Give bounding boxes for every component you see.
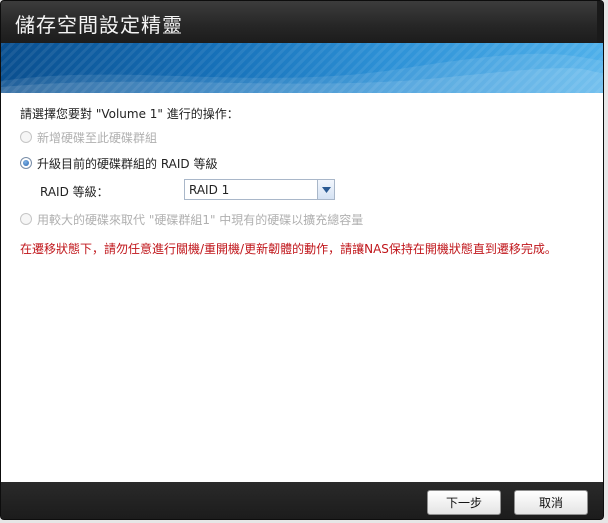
migration-warning: 在遷移狀態下，請勿任意進行關機/重開機/更新韌體的動作，請讓NAS保持在開機狀態…: [20, 242, 557, 256]
dialog-title: 儲存空間設定精靈: [15, 13, 183, 37]
header-banner: [1, 43, 603, 93]
option-replace-disks[interactable]: 用較大的硬碟來取代 "硬碟群組1" 中現有的硬碟以擴充總容量: [20, 211, 363, 227]
dialog-content: 請選擇您要對 "Volume 1" 進行的操作： 新增硬碟至此硬碟群組 升級目前…: [1, 93, 603, 482]
chevron-down-icon[interactable]: [317, 180, 334, 199]
raid-level-select[interactable]: RAID 1: [184, 179, 335, 200]
storage-wizard-dialog: 儲存空間設定精靈 請選擇您要對 "Volume 1" 進行的操作： 新增硬碟至此…: [0, 0, 604, 520]
option-add-disk-label: 新增硬碟至此硬碟群組: [37, 130, 158, 145]
next-button[interactable]: 下一步: [427, 490, 501, 515]
raid-level-value: RAID 1: [189, 183, 230, 197]
cancel-button[interactable]: 取消: [514, 490, 588, 515]
operation-prompt: 請選擇您要對 "Volume 1" 進行的操作：: [20, 107, 239, 121]
radio-add-disk[interactable]: [20, 131, 32, 143]
option-upgrade-raid[interactable]: 升級目前的硬碟群組的 RAID 等級: [20, 155, 217, 171]
titlebar-edge: [597, 1, 603, 43]
dialog-titlebar[interactable]: 儲存空間設定精靈: [1, 1, 603, 43]
option-add-disk[interactable]: 新增硬碟至此硬碟群組: [20, 129, 157, 145]
dialog-footer: 下一步 取消: [1, 482, 603, 519]
radio-upgrade-raid[interactable]: [20, 157, 32, 169]
option-replace-disks-label: 用較大的硬碟來取代 "硬碟群組1" 中現有的硬碟以擴充總容量: [37, 212, 364, 227]
raid-level-label: RAID 等級：: [40, 185, 109, 199]
radio-replace-disks[interactable]: [20, 213, 32, 225]
option-upgrade-raid-label: 升級目前的硬碟群組的 RAID 等級: [37, 156, 218, 171]
banner-wave-graphic: [1, 53, 603, 93]
